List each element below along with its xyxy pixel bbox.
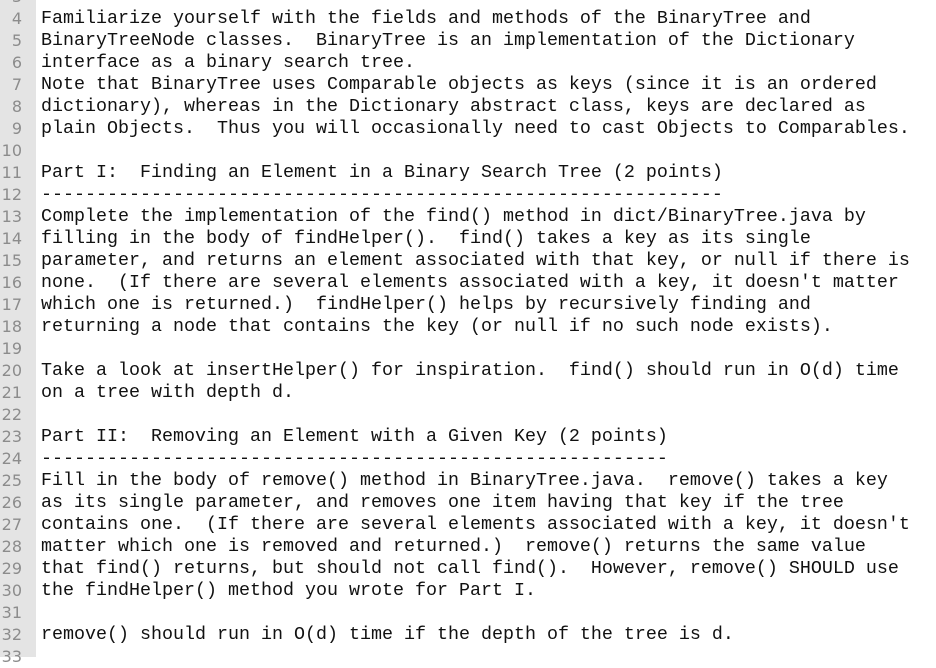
editor-line[interactable]: 5 BinaryTreeNode classes. BinaryTree is a… [0,30,936,52]
editor-line[interactable]: 23 Part II: Removing an Element with a Gi… [0,426,936,448]
editor-line[interactable]: 15 parameter, and returns an element asso… [0,250,936,272]
line-text: ----------------------------------------… [41,184,723,205]
line-text: BinaryTreeNode classes. BinaryTree is an… [41,30,855,51]
editor-line[interactable]: 18 returning a node that contains the key… [0,316,936,338]
line-number: 9 [11,119,22,138]
line-text: none. (If there are several elements ass… [41,272,899,293]
line-number: 4 [11,9,22,28]
line-number: 17 [1,295,22,314]
editor-line[interactable]: 33 [0,646,936,668]
editor-line[interactable]: 12 --------------------------------------… [0,184,936,206]
editor-line[interactable]: 22 [0,404,936,426]
line-text: Familiarize yourself with the fields and… [41,8,811,29]
line-text: Note that BinaryTree uses Comparable obj… [41,74,877,95]
editor-line[interactable]: 14 filling in the body of findHelper(). f… [0,228,936,250]
line-number: 12 [1,185,22,204]
line-text: dictionary), whereas in the Dictionary a… [41,96,866,117]
editor-line[interactable]: 6 interface as a binary search tree. [0,52,936,74]
line-number: 18 [1,317,22,336]
line-number: 25 [1,471,22,490]
line-text: that find() returns, but should not call… [41,558,899,579]
line-number: 31 [1,603,22,622]
editor-line[interactable]: 7 Note that BinaryTree uses Comparable ob… [0,74,936,96]
line-number: 32 [1,625,22,644]
editor-line[interactable]: 19 [0,338,936,360]
editor-line[interactable]: 8 dictionary), whereas in the Dictionary … [0,96,936,118]
line-text: Part I: Finding an Element in a Binary S… [41,162,723,183]
line-number: 13 [1,207,22,226]
line-number: 16 [1,273,22,292]
line-number: 8 [11,97,22,116]
line-text: matter which one is removed and returned… [41,536,866,557]
line-number: 3 [0,0,22,8]
editor-line[interactable]: 30 the findHelper() method you wrote for … [0,580,936,602]
editor-line[interactable]: 20 Take a look at insertHelper() for insp… [0,360,936,382]
line-number: 5 [11,31,22,50]
editor-line[interactable]: 32 remove() should run in O(d) time if th… [0,624,936,646]
line-number: 29 [1,559,22,578]
line-number: 30 [1,581,22,600]
line-number: 14 [1,229,22,248]
editor-line[interactable]: 28 matter which one is removed and return… [0,536,936,558]
line-number: 6 [11,53,22,72]
line-text: interface as a binary search tree. [41,52,415,73]
line-text: ----------------------------------------… [41,448,668,469]
line-text: Part II: Removing an Element with a Give… [41,426,668,447]
line-text: contains one. (If there are several elem… [41,514,910,535]
line-number: 28 [1,537,22,556]
editor-line[interactable]: 29 that find() returns, but should not ca… [0,558,936,580]
line-text: which one is returned.) findHelper() hel… [41,294,811,315]
editor-line[interactable]: 27 contains one. (If there are several el… [0,514,936,536]
editor-line[interactable]: 26 as its single parameter, and removes o… [0,492,936,514]
line-number: 15 [1,251,22,270]
editor-line[interactable]: 21 on a tree with depth d. [0,382,936,404]
editor-line[interactable]: 4 Familiarize yourself with the fields an… [0,8,936,30]
line-text: returning a node that contains the key (… [41,316,833,337]
editor-line[interactable]: 31 [0,602,936,624]
editor-line[interactable]: 9 plain Objects. Thus you will occasional… [0,118,936,140]
line-text: filling in the body of findHelper(). fin… [41,228,811,249]
line-number: 21 [1,383,22,402]
line-text: Complete the implementation of the find(… [41,206,866,227]
line-text: Fill in the body of remove() method in B… [41,470,888,491]
editor-line[interactable]: 11 Part I: Finding an Element in a Binary… [0,162,936,184]
line-text: on a tree with depth d. [41,382,294,403]
line-number: 19 [1,339,22,358]
line-number: 33 [1,647,22,666]
editor-line[interactable]: 24 --------------------------------------… [0,448,936,470]
editor-line[interactable]: 3 [0,0,936,8]
line-number: 23 [1,427,22,446]
line-number: 26 [1,493,22,512]
line-number: 7 [11,75,22,94]
line-text: as its single parameter, and removes one… [41,492,844,513]
line-number: 22 [1,405,22,424]
line-number: 20 [1,361,22,380]
editor-line[interactable]: 17 which one is returned.) findHelper() h… [0,294,936,316]
line-text: plain Objects. Thus you will occasionall… [41,118,910,139]
editor-line[interactable]: 25 Fill in the body of remove() method in… [0,470,936,492]
editor-line[interactable]: 16 none. (If there are several elements a… [0,272,936,294]
editor-line[interactable]: 13 Complete the implementation of the fin… [0,206,936,228]
line-number: 11 [1,163,22,182]
line-number: 10 [1,141,22,160]
line-number: 24 [1,449,22,468]
editor-line[interactable]: 10 [0,140,936,162]
editor-text-area[interactable]: 34 Familiarize yourself with the fields a… [0,0,936,668]
line-text: parameter, and returns an element associ… [41,250,910,271]
line-text: Take a look at insertHelper() for inspir… [41,360,899,381]
line-text: remove() should run in O(d) time if the … [41,624,734,645]
line-number: 27 [1,515,22,534]
line-text: the findHelper() method you wrote for Pa… [41,580,536,601]
